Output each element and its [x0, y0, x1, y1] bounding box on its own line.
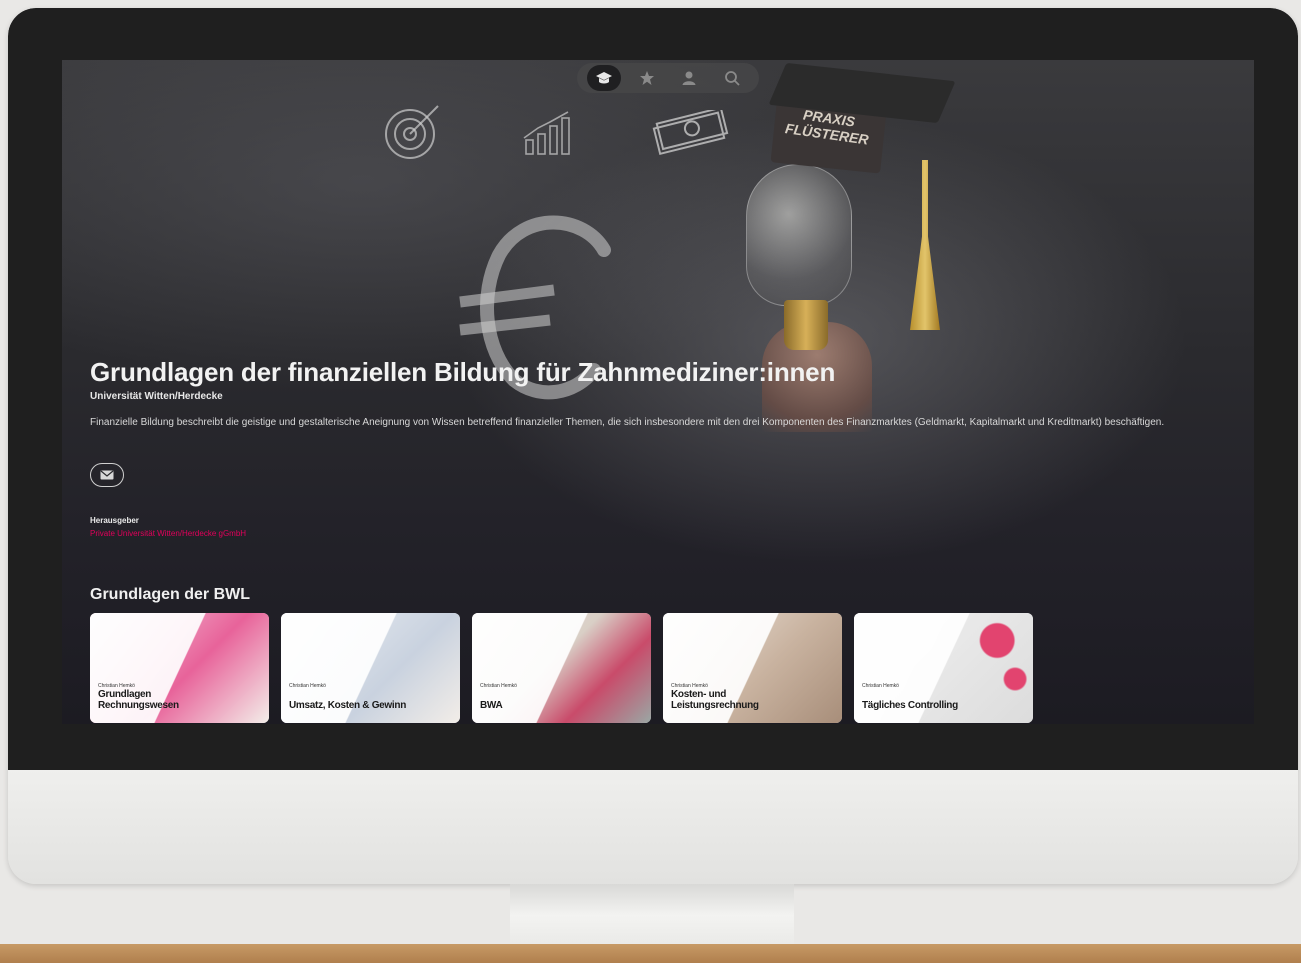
course-author: Christian Hemkö: [862, 683, 899, 689]
monitor-chin: [8, 770, 1298, 884]
course-list: Christian Hemkö Grundlagen Rechnungswese…: [90, 613, 1033, 723]
course-title: Tägliches Controlling: [862, 700, 958, 711]
user-icon: [682, 71, 696, 85]
nav-courses-button[interactable]: [587, 65, 622, 91]
course-card[interactable]: Christian Hemkö BWA: [472, 613, 651, 723]
course-card[interactable]: Christian Hemkö Grundlagen Rechnungswese…: [90, 613, 269, 723]
star-icon: [639, 71, 654, 85]
light-bulb-image: [746, 164, 852, 306]
nav-profile-button[interactable]: [672, 65, 706, 91]
nav-favorites-button[interactable]: [630, 65, 664, 91]
publisher-label: Herausgeber: [90, 516, 139, 525]
page-title: Grundlagen der finanziellen Bildung für …: [90, 357, 836, 387]
course-description: Finanzielle Bildung beschreibt die geist…: [90, 417, 1165, 428]
growth-chart-chalk-icon: [523, 111, 570, 155]
tassel-image: [910, 160, 940, 330]
top-nav: [577, 63, 759, 93]
money-stack-chalk-icon: [652, 110, 729, 156]
course-title: Umsatz, Kosten & Gewinn: [289, 700, 407, 711]
course-author: Christian Hemkö: [480, 683, 517, 689]
mail-icon: [100, 470, 114, 480]
app-screen: PRAXIS FLÜSTERER Grundlagen der finanzie…: [62, 60, 1254, 724]
light-bulb-base: [784, 300, 828, 350]
course-subtitle: Universität Witten/Herdecke: [90, 391, 223, 402]
desk: [0, 944, 1301, 963]
course-title: Grundlagen Rechnungswesen: [98, 689, 179, 711]
course-author: Christian Hemkö: [289, 683, 326, 689]
target-chalk-icon: [385, 105, 439, 159]
course-card[interactable]: Christian Hemkö Kosten- und Leistungsrec…: [663, 613, 842, 723]
course-title: BWA: [480, 700, 503, 711]
course-card[interactable]: Christian Hemkö Tägliches Controlling: [854, 613, 1033, 723]
contact-mail-button[interactable]: [90, 463, 124, 487]
course-card[interactable]: Christian Hemkö Umsatz, Kosten & Gewinn: [281, 613, 460, 723]
search-icon: [724, 71, 740, 86]
graduation-cap-icon: [596, 72, 613, 84]
course-title: Kosten- und Leistungsrechnung: [671, 689, 759, 711]
publisher-link[interactable]: Private Universität Witten/Herdecke gGmb…: [90, 529, 246, 538]
section-title: Grundlagen der BWL: [90, 586, 250, 603]
nav-search-button[interactable]: [715, 65, 749, 91]
